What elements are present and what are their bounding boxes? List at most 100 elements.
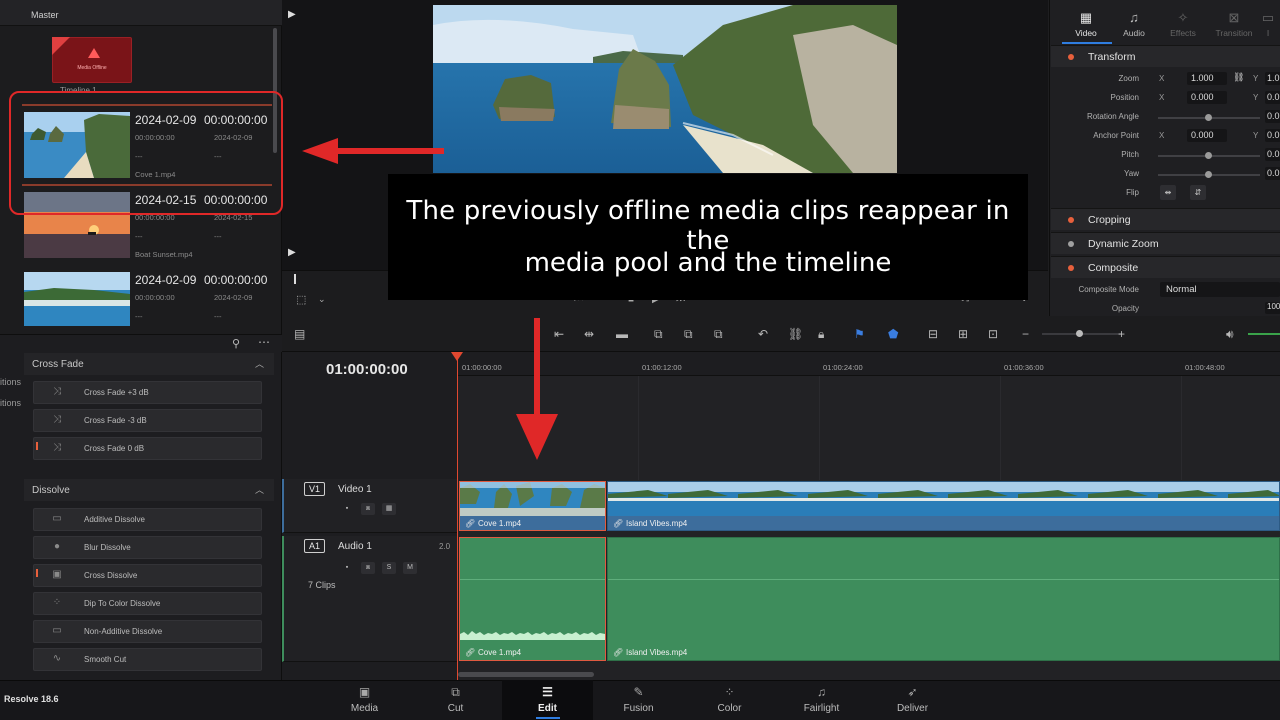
- position-x-field[interactable]: 0.000: [1187, 91, 1227, 104]
- insert-clip-icon[interactable]: ⧉: [654, 327, 663, 342]
- timeline-ruler[interactable]: 01:00:00:00 01:00:12:00 01:00:24:00 01:0…: [458, 352, 1280, 376]
- fx-group-dissolve[interactable]: Dissolve ︿: [24, 479, 274, 501]
- section-composite[interactable]: Composite: [1051, 256, 1280, 278]
- page-media[interactable]: ▣ Media: [319, 680, 410, 720]
- solo-button[interactable]: S: [382, 562, 396, 574]
- anchor-y-field[interactable]: 0.0: [1265, 129, 1280, 142]
- sidebar-category[interactable]: itions: [0, 398, 21, 408]
- fx-item[interactable]: ● Blur Dissolve: [33, 536, 262, 559]
- zoom-out-icon[interactable]: −: [1022, 327, 1029, 341]
- layout-icon[interactable]: ▤: [294, 327, 305, 341]
- auto-select-icon[interactable]: ⧈: [361, 503, 375, 515]
- slider-knob[interactable]: [1205, 152, 1212, 159]
- timeline-timecode[interactable]: 01:00:00:00: [326, 361, 408, 378]
- scrubber-head[interactable]: [294, 274, 296, 284]
- fx-item[interactable]: ⤨ Cross Fade +3 dB: [33, 381, 262, 404]
- slider-knob[interactable]: [1205, 114, 1212, 121]
- rotation-slider[interactable]: [1158, 114, 1260, 121]
- fx-item[interactable]: ∿ Smooth Cut: [33, 648, 262, 671]
- fx-item[interactable]: ⁘ Dip To Color Dissolve: [33, 592, 262, 615]
- zoom-slider[interactable]: [1042, 330, 1122, 337]
- marker-icon[interactable]: ⬟: [888, 327, 898, 341]
- fx-item[interactable]: ▭ Additive Dissolve: [33, 508, 262, 531]
- zoom-detail-icon[interactable]: ⊞: [958, 327, 968, 341]
- lock-icon[interactable]: ▪: [340, 503, 354, 515]
- enable-dot[interactable]: [1068, 265, 1074, 271]
- auto-select-icon[interactable]: ⧈: [361, 562, 375, 574]
- section-cropping[interactable]: Cropping: [1051, 208, 1280, 230]
- timeline-thumbnail[interactable]: Media Offline: [52, 37, 132, 83]
- zoom-x-field[interactable]: 1.000: [1187, 72, 1227, 85]
- page-deliver[interactable]: ➶ Deliver: [867, 680, 958, 720]
- page-fairlight[interactable]: ♫ Fairlight: [776, 680, 867, 720]
- tab-effects[interactable]: ✧ Effects: [1161, 10, 1205, 38]
- chevron-up-icon[interactable]: ︿: [255, 483, 264, 496]
- page-edit[interactable]: ☰ Edit: [502, 680, 593, 720]
- fx-group-cross-fade[interactable]: Cross Fade ︿: [24, 353, 274, 375]
- search-icon[interactable]: ⚲: [232, 337, 240, 350]
- slider-knob[interactable]: [1076, 330, 1083, 337]
- chevron-down-icon[interactable]: ⌄: [318, 294, 326, 305]
- lock-icon[interactable]: 🔒︎: [818, 327, 824, 342]
- crop-tool-icon[interactable]: ⬚: [296, 293, 306, 306]
- pitch-field[interactable]: 0.0: [1265, 148, 1280, 161]
- tab-video[interactable]: ▦ Video: [1064, 10, 1108, 38]
- enable-dot[interactable]: [1068, 54, 1074, 60]
- panel-toggle-icon[interactable]: ▶: [288, 9, 296, 20]
- section-dynamic-zoom[interactable]: Dynamic Zoom: [1051, 232, 1280, 254]
- opacity-field[interactable]: 100: [1265, 302, 1280, 314]
- panel-toggle-icon[interactable]: ▶: [288, 247, 296, 258]
- slider-knob[interactable]: [1205, 171, 1212, 178]
- timeline-audio-clip[interactable]: 🔗︎ Island Vibes.mp4: [607, 537, 1280, 661]
- enable-dot[interactable]: [1068, 241, 1074, 247]
- mute-button[interactable]: M: [403, 562, 417, 574]
- zoom-in-icon[interactable]: +: [1118, 327, 1125, 341]
- timeline-scrollbar[interactable]: [458, 672, 594, 677]
- chevron-up-icon[interactable]: ︿: [255, 357, 264, 370]
- fx-item[interactable]: ▭ Non-Additive Dissolve: [33, 620, 262, 643]
- pitch-slider[interactable]: [1158, 152, 1260, 159]
- flip-vertical-icon[interactable]: ⇵: [1190, 185, 1206, 200]
- fx-item[interactable]: ▣ Cross Dissolve: [33, 564, 262, 587]
- bin-label[interactable]: Master: [31, 10, 59, 20]
- anchor-x-field[interactable]: 0.000: [1187, 129, 1227, 142]
- more-options-icon[interactable]: ⋯: [258, 335, 270, 349]
- lock-icon[interactable]: ▪: [340, 562, 354, 574]
- fx-item[interactable]: ⤨ Cross Fade 0 dB: [33, 437, 262, 460]
- enable-dot[interactable]: [1068, 217, 1074, 223]
- timeline-audio-clip[interactable]: 🔗︎ Cove 1.mp4: [459, 537, 606, 661]
- flip-horizontal-icon[interactable]: ⇹: [1160, 185, 1176, 200]
- zoom-custom-icon[interactable]: ⊡: [988, 327, 998, 341]
- position-y-field[interactable]: 0.0: [1265, 91, 1280, 104]
- track-visibility-icon[interactable]: ▦: [382, 503, 396, 515]
- fx-item[interactable]: ⤨ Cross Fade -3 dB: [33, 409, 262, 432]
- page-fusion[interactable]: ✎ Fusion: [593, 680, 684, 720]
- link-icon[interactable]: ⛓: [788, 327, 803, 341]
- track-id-v1[interactable]: V1: [304, 482, 325, 496]
- replace-clip-icon[interactable]: ⧉: [714, 327, 723, 342]
- tab-audio[interactable]: ♫ Audio: [1112, 10, 1156, 38]
- rotation-field[interactable]: 0.0: [1265, 110, 1280, 123]
- page-color[interactable]: ⁘ Color: [684, 680, 775, 720]
- volume-icon[interactable]: 🔊︎: [1226, 327, 1234, 342]
- section-transform[interactable]: Transform: [1051, 45, 1280, 67]
- tab-image[interactable]: ▭ I: [1258, 10, 1278, 38]
- link-icon[interactable]: ⛓: [1233, 72, 1244, 83]
- timeline-video-clip[interactable]: 🔗︎ Cove 1.mp4: [459, 481, 606, 531]
- flag-icon[interactable]: ⚑: [854, 327, 865, 341]
- page-cut[interactable]: ⧉ Cut: [410, 680, 501, 720]
- zoom-y-field[interactable]: 1.0: [1265, 72, 1280, 85]
- timeline-video-clip[interactable]: 🔗︎ Island Vibes.mp4: [607, 481, 1280, 531]
- trim-mode-icon[interactable]: ⇹: [584, 327, 594, 341]
- tab-transition[interactable]: ⊠ Transition: [1212, 10, 1256, 38]
- media-clip-row[interactable]: 2024-02-09 00:00:00:00 00:00:00:00 2024-…: [22, 266, 272, 326]
- zoom-full-icon[interactable]: ⊟: [928, 327, 938, 341]
- playhead[interactable]: [457, 352, 458, 680]
- sidebar-category[interactable]: itions: [0, 377, 21, 387]
- yaw-field[interactable]: 0.0: [1265, 167, 1280, 180]
- playhead-handle[interactable]: [451, 352, 463, 361]
- track-id-a1[interactable]: A1: [304, 539, 325, 553]
- yaw-slider[interactable]: [1158, 171, 1260, 178]
- snapping-icon[interactable]: ↶: [758, 327, 768, 341]
- composite-mode-select[interactable]: Normal: [1160, 282, 1280, 297]
